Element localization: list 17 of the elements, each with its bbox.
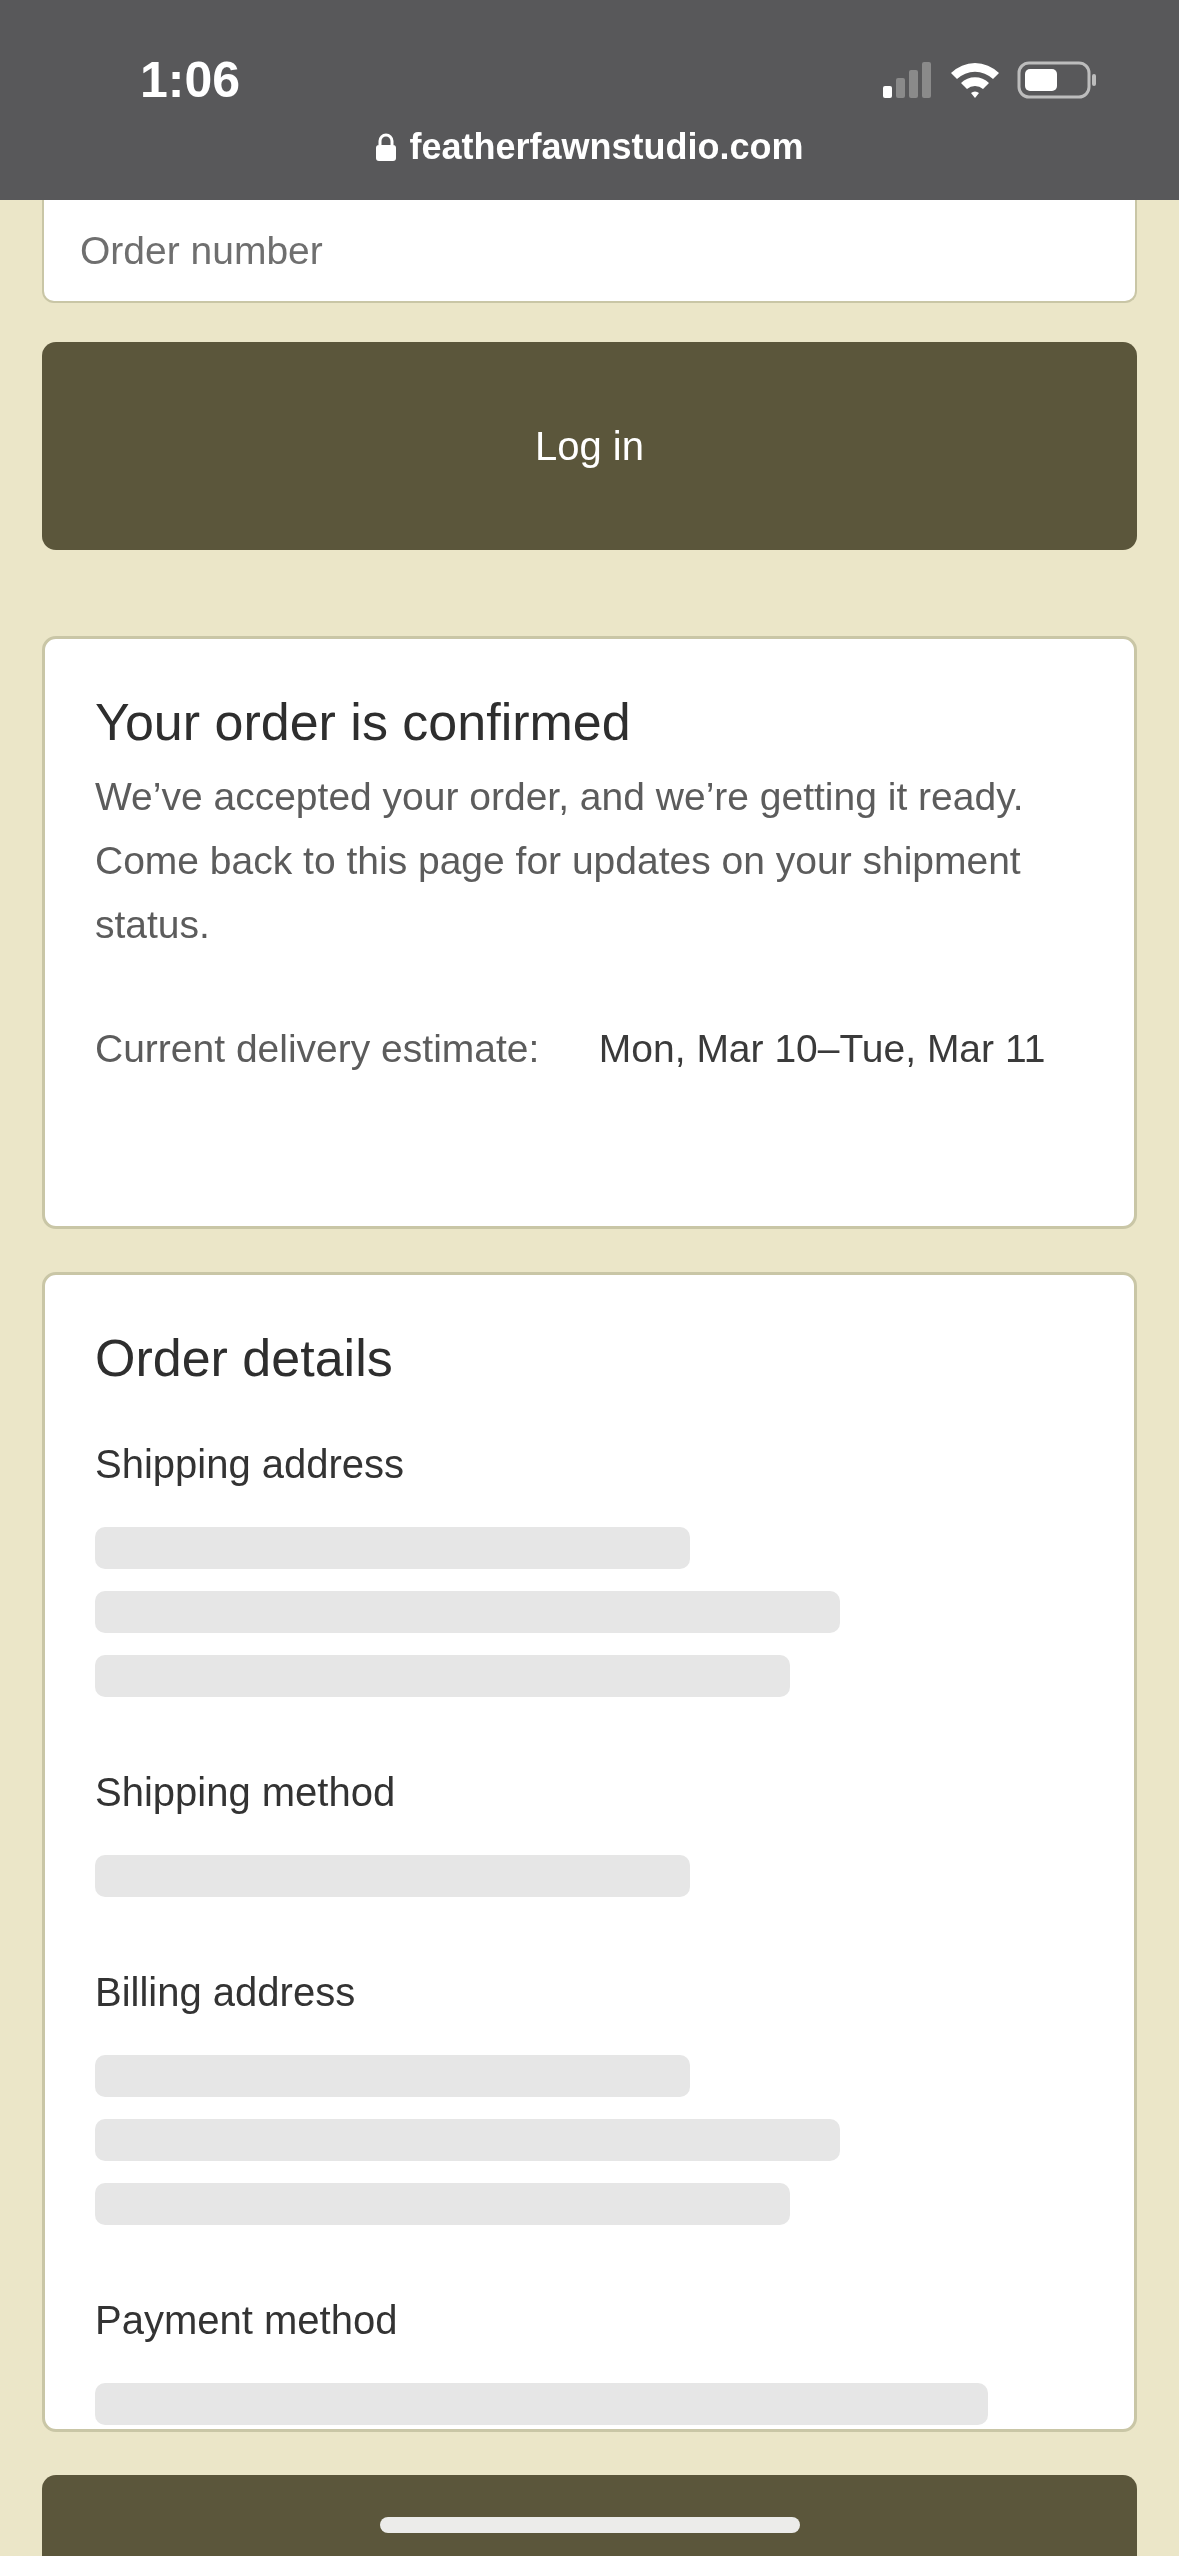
- status-time: 1:06: [140, 51, 241, 109]
- section-heading: Shipping address: [95, 1441, 406, 1488]
- section-heading: Billing address: [95, 1969, 357, 2016]
- card-title: Your order is confirmed: [95, 692, 632, 753]
- login-button[interactable]: Log in: [42, 342, 1137, 550]
- url-text[interactable]: featherfawnstudio.com: [409, 126, 804, 168]
- wifi-icon: [949, 61, 1001, 99]
- battery-icon: [1017, 61, 1097, 99]
- order-number-field[interactable]: Order number: [42, 200, 1137, 303]
- confirmation-message: We’ve accepted your order, and we’re getting it ready. Come back to this page for updates on your shipment status.: [95, 774, 1025, 948]
- delivery-label: Current delivery estimate:: [95, 1026, 541, 1072]
- lock-icon: [375, 132, 398, 162]
- section-heading: Payment method: [95, 2297, 399, 2344]
- delivery-date: Mon, Mar 10–Tue, Mar 11: [597, 1026, 1047, 1072]
- signal-icon: [883, 62, 933, 98]
- card-title: Order details: [95, 1328, 394, 1389]
- section-heading: Shipping method: [95, 1769, 397, 1816]
